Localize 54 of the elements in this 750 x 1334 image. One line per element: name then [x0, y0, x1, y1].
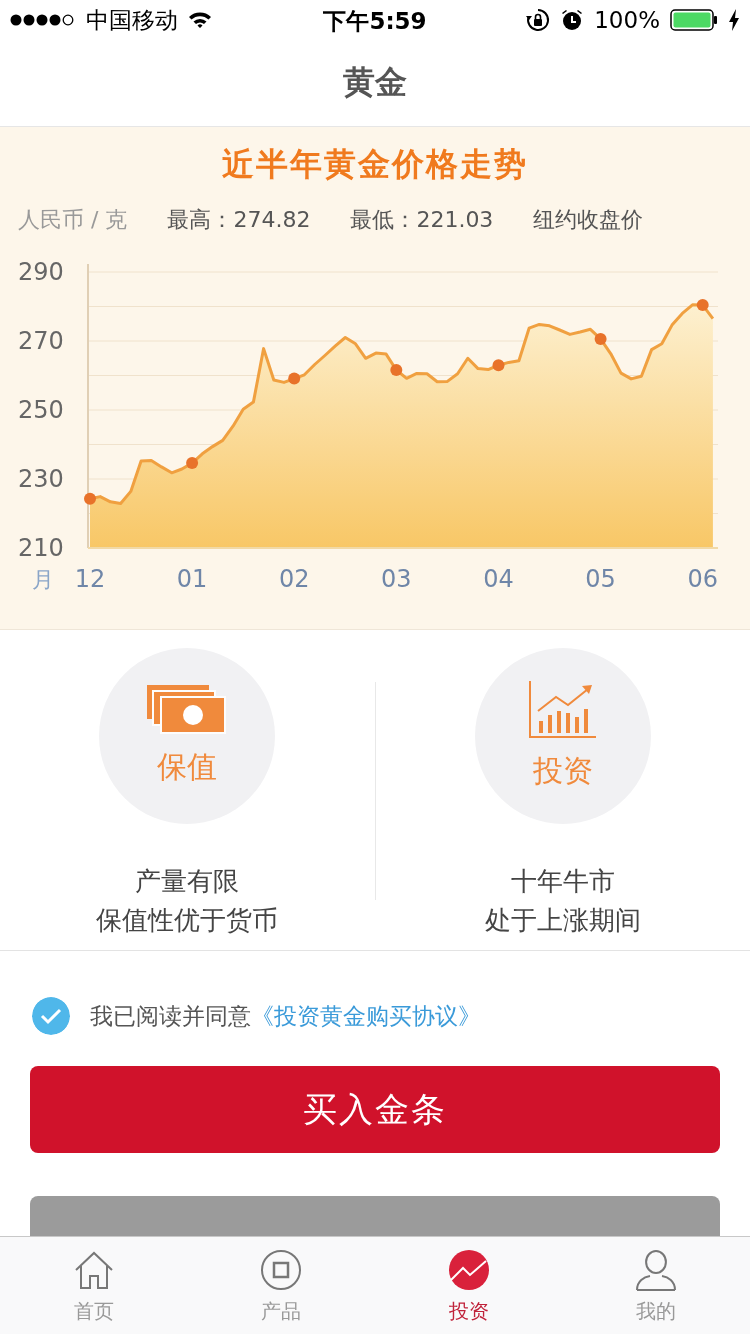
axis-label: 02: [278, 565, 310, 593]
rotation-lock-icon: [526, 8, 551, 32]
feature-description: 产量有限: [135, 865, 240, 898]
feature-description: 处于上涨期间: [484, 904, 641, 937]
axis-label: 250: [18, 396, 64, 424]
battery-percent: 100%: [594, 7, 660, 33]
axis-label: 05: [585, 565, 616, 593]
axis-title: 月: [32, 567, 54, 592]
axis-label: 12: [74, 565, 106, 593]
axis-label: 04: [483, 565, 514, 593]
axis-label: 01: [176, 565, 208, 593]
axis-label: 03: [381, 565, 412, 593]
feature-title: 保值: [157, 747, 218, 786]
axis-label: 06: [687, 565, 718, 593]
coin-icon: [259, 1248, 304, 1292]
axis-label: 270: [18, 327, 64, 355]
tab[interactable]: 投资: [375, 1237, 563, 1334]
chart-title: 近半年黄金价格走势: [222, 144, 528, 185]
signal-icon: [10, 14, 76, 26]
data-point: [492, 359, 505, 372]
data-point: [84, 492, 96, 505]
tab[interactable]: 首页: [0, 1237, 188, 1334]
data-point: [696, 299, 709, 312]
money-icon: [147, 684, 228, 735]
carrier-name: 中国移动: [86, 5, 178, 35]
unit-label: 人民币 / 克: [18, 206, 128, 234]
data-point: [186, 457, 199, 470]
battery-icon: [670, 9, 718, 31]
low-price: 最低：221.03: [350, 206, 494, 234]
axis-label: 210: [18, 534, 64, 562]
feature-description: 十年牛市: [510, 865, 615, 898]
wifi-icon: [188, 11, 212, 29]
axis-label: 290: [18, 258, 64, 286]
checkbox[interactable]: [32, 997, 70, 1035]
alarm-icon: [560, 8, 585, 32]
data-point: [594, 332, 607, 345]
tab[interactable]: 产品: [187, 1237, 375, 1334]
growth-chart-icon: [527, 680, 598, 739]
data-point: [390, 364, 403, 376]
feature-description: 保值性优于货币: [96, 904, 279, 937]
axis-label: 230: [18, 465, 64, 493]
buy-button[interactable]: 买入金条: [30, 1066, 720, 1153]
feature-title: 投资: [532, 751, 593, 790]
data-point: [288, 372, 301, 385]
agreement-text: 我已阅读并同意《投资黄金购买协议》: [90, 1001, 481, 1031]
person-icon: [634, 1248, 679, 1292]
trend-icon: [446, 1248, 491, 1292]
tab[interactable]: 我的: [562, 1237, 750, 1334]
page-title: 黄金: [343, 62, 407, 103]
price-note: 纽约收盘价: [533, 206, 644, 234]
charging-icon: [728, 9, 740, 31]
high-price: 最高：274.82: [167, 206, 311, 234]
status-time: 下午5:59: [323, 7, 427, 36]
agreement-link[interactable]: 《投资黄金购买协议》: [251, 1002, 481, 1029]
